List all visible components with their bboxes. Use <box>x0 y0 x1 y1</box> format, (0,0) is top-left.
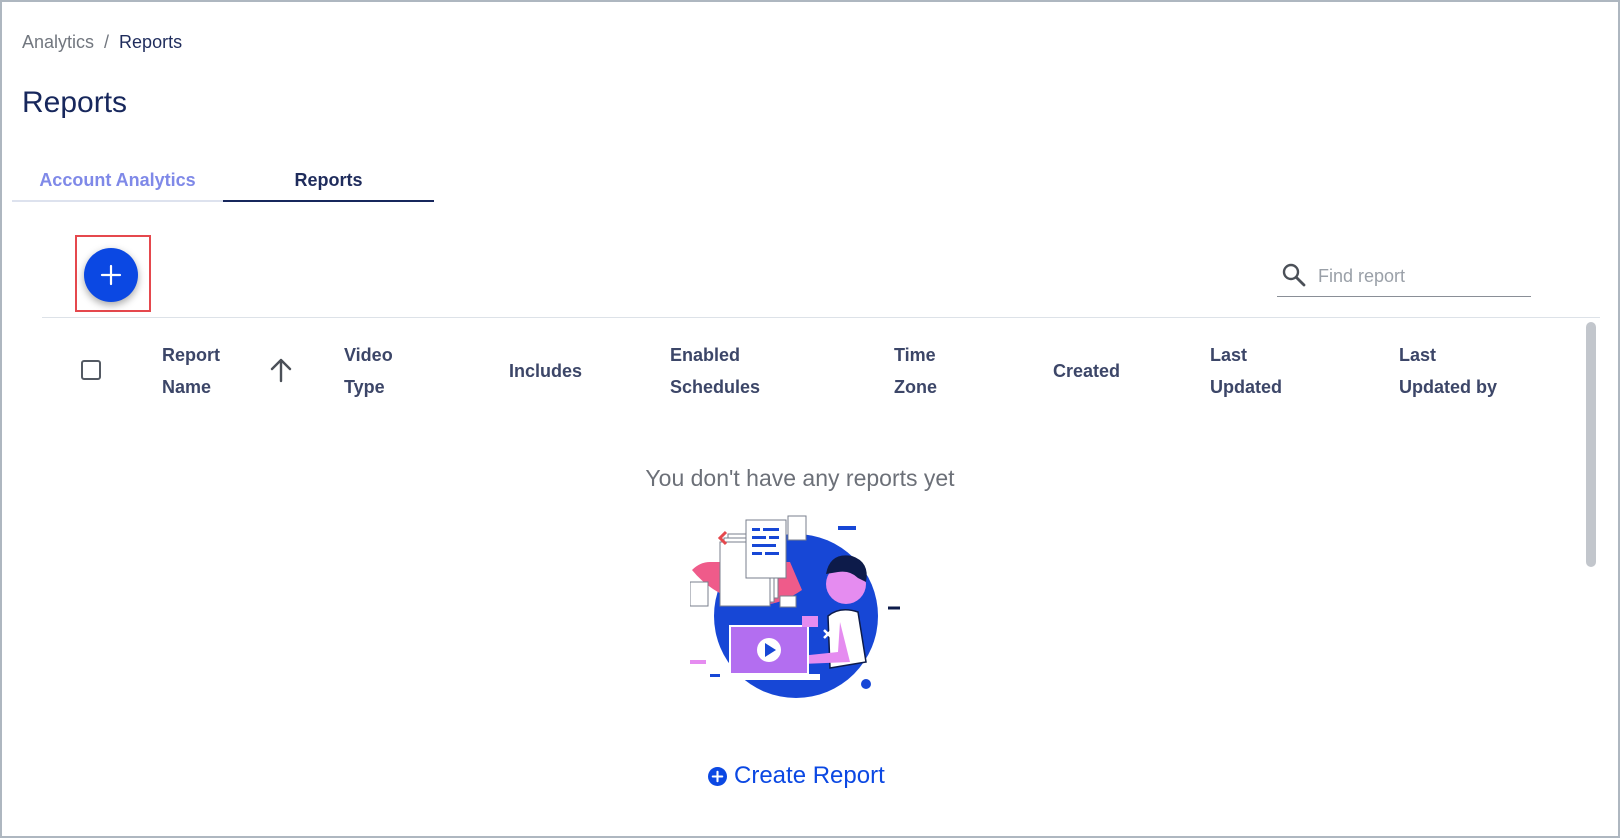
column-header-includes[interactable]: Includes <box>509 355 582 387</box>
toolbar-divider <box>42 317 1600 318</box>
column-header-line: Time <box>894 345 936 365</box>
column-header-time-zone[interactable]: Time Zone <box>894 339 937 403</box>
search-input[interactable] <box>1318 262 1523 290</box>
column-header-line: Last <box>1399 345 1437 365</box>
add-report-button[interactable] <box>84 248 138 302</box>
search-icon <box>1282 263 1306 287</box>
column-header-video-type[interactable]: Video Type <box>344 339 393 403</box>
column-header-report-name[interactable]: Report Name <box>162 339 220 403</box>
tab-reports[interactable]: Reports <box>223 160 434 202</box>
column-header-line: Video <box>344 345 393 365</box>
column-header-line: Updated by <box>1399 377 1498 397</box>
page-title: Reports <box>22 86 128 119</box>
tab-bar: Account Analytics Reports <box>12 160 434 202</box>
column-header-line: Schedules <box>670 377 761 397</box>
column-header-line: Includes <box>509 361 583 381</box>
arrow-up-icon[interactable] <box>267 356 295 384</box>
column-header-line: Last <box>1210 345 1248 365</box>
search-box <box>1277 258 1531 297</box>
select-all-checkbox[interactable] <box>81 360 101 380</box>
scrollbar-thumb[interactable] <box>1586 322 1596 567</box>
column-header-line: Type <box>344 377 385 397</box>
column-header-enabled-schedules[interactable]: Enabled Schedules <box>670 339 760 403</box>
create-report-label: Create Report <box>734 762 885 789</box>
column-header-last-updated[interactable]: Last Updated <box>1210 339 1282 403</box>
column-header-line: Zone <box>894 377 937 397</box>
column-header-line: Updated <box>1210 377 1282 397</box>
column-header-last-updated-by[interactable]: Last Updated by <box>1399 339 1497 403</box>
breadcrumb: Analytics / Reports <box>22 32 182 53</box>
column-header-line: Enabled <box>670 345 741 365</box>
breadcrumb-current: Reports <box>119 32 183 52</box>
column-header-line: Report <box>162 345 220 365</box>
column-header-line: Created <box>1053 361 1121 381</box>
breadcrumb-separator: / <box>104 32 110 52</box>
breadcrumb-analytics-link[interactable]: Analytics <box>22 32 94 52</box>
window-frame <box>0 0 1620 838</box>
empty-state-illustration <box>690 515 900 698</box>
column-header-line: Name <box>162 377 212 397</box>
tab-account-analytics[interactable]: Account Analytics <box>12 160 223 202</box>
empty-state-message: You don't have any reports yet <box>645 465 955 491</box>
table-header: Report Name Video Type Includes Enabled … <box>42 332 1562 412</box>
column-header-created[interactable]: Created <box>1053 355 1120 387</box>
create-report-link[interactable]: Create Report <box>708 762 885 790</box>
plus-icon <box>100 264 122 286</box>
plus-circle-icon <box>708 766 727 786</box>
